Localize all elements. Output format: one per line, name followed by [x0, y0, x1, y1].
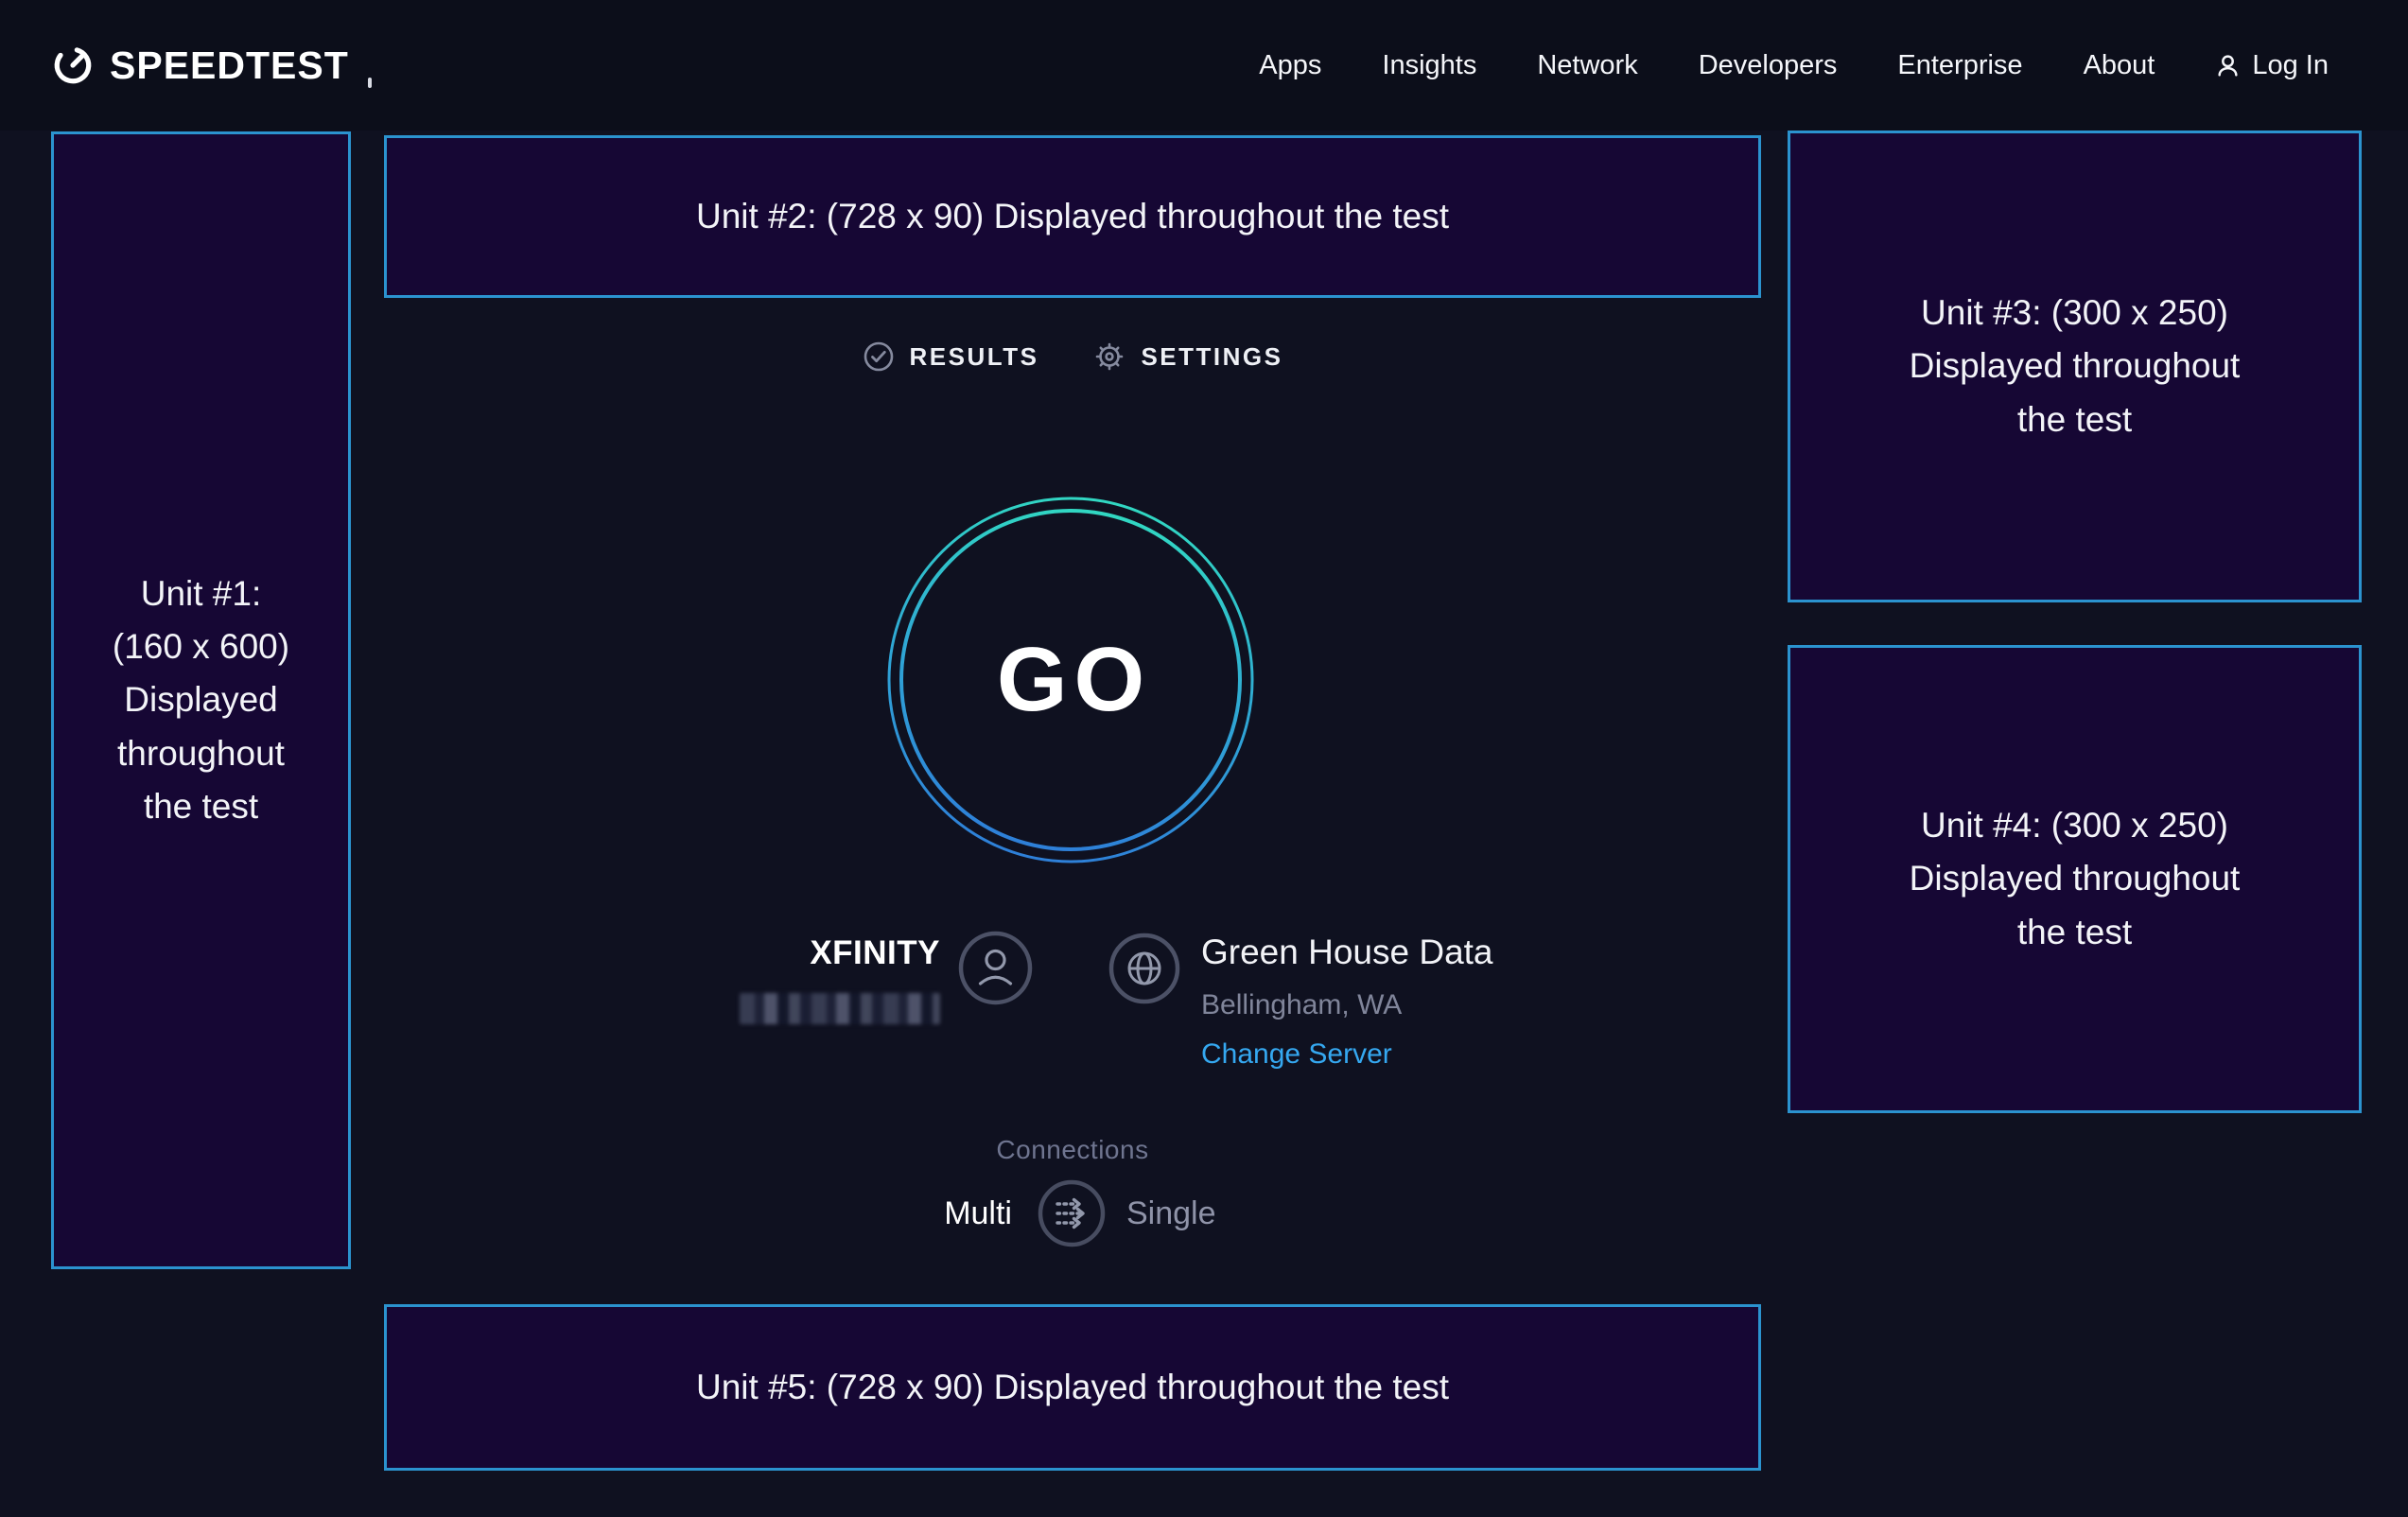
check-circle-icon: [863, 340, 895, 373]
ad-unit-2[interactable]: Unit #2: (728 x 90) Displayed throughout…: [384, 135, 1761, 298]
connections-toggle[interactable]: [1038, 1179, 1106, 1247]
logo-wordmark: SPEEDTEST: [110, 44, 349, 88]
top-nav: SPEEDTEST Apps Insights Network Develope…: [0, 0, 2408, 131]
connections-label: Connections: [384, 1135, 1761, 1165]
tab-results[interactable]: RESULTS: [863, 340, 1039, 373]
connections-single-option[interactable]: Single: [1126, 1195, 1216, 1232]
isp-ip-redacted: [740, 993, 940, 1024]
nav-links: Apps Insights Network Developers Enterpr…: [1259, 50, 2329, 81]
ad-unit-1[interactable]: Unit #1: (160 x 600) Displayed throughou…: [51, 131, 351, 1269]
tab-results-label: RESULTS: [910, 342, 1039, 372]
ad-unit-5-label: Unit #5: (728 x 90) Displayed throughout…: [696, 1361, 1449, 1414]
ad-unit-3[interactable]: Unit #3: (300 x 250) Displayed throughou…: [1788, 131, 2362, 602]
speedtest-page: SPEEDTEST Apps Insights Network Develope…: [0, 0, 2408, 1517]
server-globe-icon: [1108, 933, 1180, 1009]
ad-unit-4-label: Unit #4: (300 x 250) Displayed throughou…: [1910, 799, 2241, 959]
tab-bar: RESULTS: [384, 340, 1761, 373]
go-button[interactable]: GO: [886, 496, 1255, 864]
ad-unit-1-label: Unit #1: (160 x 600) Displayed throughou…: [113, 567, 289, 833]
tab-settings-label: SETTINGS: [1141, 342, 1283, 372]
login-button[interactable]: Log In: [2215, 50, 2329, 81]
ad-unit-5[interactable]: Unit #5: (728 x 90) Displayed throughout…: [384, 1304, 1761, 1471]
ad-unit-2-label: Unit #2: (728 x 90) Displayed throughout…: [696, 190, 1449, 243]
isp-user-icon: [958, 931, 1033, 1010]
nav-item-enterprise[interactable]: Enterprise: [1897, 50, 2022, 81]
trademark-mark: [368, 78, 372, 88]
server-location: Bellingham, WA: [1201, 989, 1402, 1021]
login-label: Log In: [2252, 50, 2329, 81]
change-server-link[interactable]: Change Server: [1201, 1038, 1392, 1071]
ad-unit-3-label: Unit #3: (300 x 250) Displayed throughou…: [1910, 287, 2241, 446]
speedtest-logo[interactable]: SPEEDTEST: [51, 44, 372, 88]
nav-item-apps[interactable]: Apps: [1259, 50, 1321, 81]
ad-unit-4[interactable]: Unit #4: (300 x 250) Displayed throughou…: [1788, 645, 2362, 1113]
multi-connection-arrows-icon: [1038, 1179, 1106, 1247]
server-name: Green House Data: [1201, 933, 1493, 972]
nav-item-about[interactable]: About: [2084, 50, 2155, 81]
go-button-label: GO: [886, 496, 1255, 864]
user-icon: [2215, 53, 2241, 78]
gauge-logo-icon: [51, 44, 95, 87]
gear-icon: [1093, 340, 1125, 373]
nav-item-insights[interactable]: Insights: [1382, 50, 1476, 81]
nav-item-developers[interactable]: Developers: [1699, 50, 1838, 81]
isp-name: XFINITY: [571, 934, 940, 972]
connections-multi-option[interactable]: Multi: [944, 1195, 1012, 1232]
nav-item-network[interactable]: Network: [1537, 50, 1637, 81]
tab-settings[interactable]: SETTINGS: [1093, 340, 1283, 373]
